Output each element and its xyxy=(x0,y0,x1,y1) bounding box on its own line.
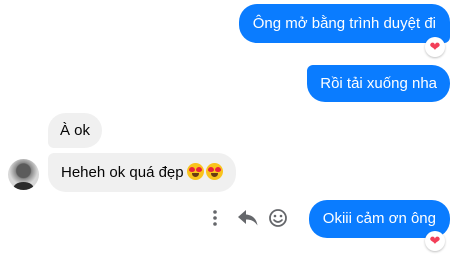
message-sent[interactable]: Rồi tải xuống nha xyxy=(307,65,450,102)
avatar[interactable] xyxy=(8,159,39,190)
heart-eyes-emoji-icon xyxy=(186,163,204,180)
message-received[interactable]: À ok xyxy=(48,113,103,148)
heart-eyes-emoji-icon xyxy=(205,163,223,180)
message-text: À ok xyxy=(60,122,91,139)
heart-reaction-icon[interactable]: ❤ xyxy=(425,37,445,57)
message-text: Okiii cảm ơn ông xyxy=(322,210,436,227)
emoji-react-icon[interactable] xyxy=(267,207,289,229)
message-text: Heheh ok quá đẹp xyxy=(61,164,184,181)
chat-thread: Ông mở bằng trình duyệt đi ❤ Rồi tải xuố… xyxy=(0,0,462,256)
reply-icon[interactable] xyxy=(236,207,260,229)
message-sent[interactable]: Ông mở bằng trình duyệt đi xyxy=(238,4,450,43)
heart-reaction-icon[interactable]: ❤ xyxy=(425,231,445,251)
message-text: Ông mở bằng trình duyệt đi xyxy=(252,15,436,32)
message-text: Rồi tải xuống nha xyxy=(320,75,437,92)
more-icon[interactable] xyxy=(209,208,221,228)
message-received[interactable]: Heheh ok quá đẹp xyxy=(48,153,236,192)
